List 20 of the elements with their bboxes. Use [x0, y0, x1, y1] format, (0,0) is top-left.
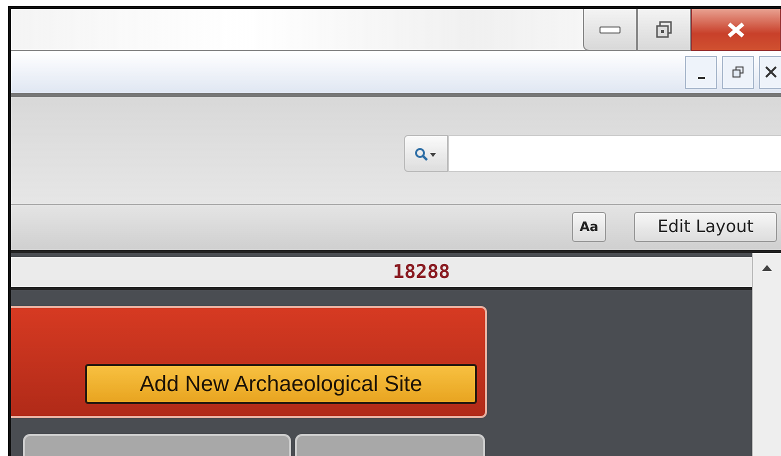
restore-button[interactable]	[722, 56, 754, 89]
close-button[interactable]	[759, 56, 781, 89]
minimize-icon	[698, 77, 704, 80]
search-icon	[414, 146, 438, 161]
edit-layout-button[interactable]: Edit Layout	[634, 212, 777, 242]
scroll-up-icon[interactable]	[762, 265, 772, 271]
restore-icon	[732, 66, 744, 78]
maximize-button[interactable]	[637, 9, 691, 51]
restore-icon	[655, 20, 673, 38]
font-size-button[interactable]: Aa	[572, 212, 606, 242]
close-button[interactable]	[691, 9, 781, 51]
record-number: 18288	[392, 261, 450, 283]
search-button[interactable]	[404, 135, 448, 172]
minimize-button[interactable]	[583, 9, 637, 51]
add-site-button[interactable]: Add New Archaeological Site	[85, 364, 477, 404]
search-field[interactable]	[448, 135, 781, 172]
close-icon	[764, 66, 776, 78]
minimize-icon	[599, 24, 621, 34]
scrollbar[interactable]	[752, 253, 781, 456]
close-icon	[726, 22, 746, 38]
